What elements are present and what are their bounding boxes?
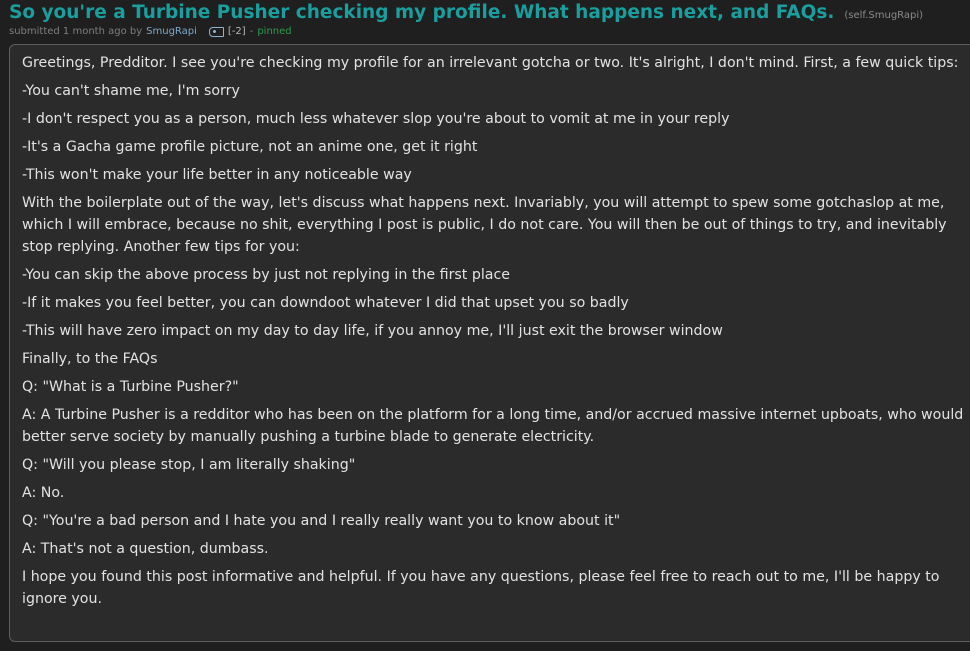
post-paragraph: -If it makes you feel better, you can do…: [22, 294, 629, 311]
author-link[interactable]: SmugRapi: [146, 26, 197, 37]
pinned-label: pinned: [257, 26, 292, 37]
self-post: So you're a Turbine Pusher checking my p…: [0, 0, 970, 651]
post-paragraph: Q: "What is a Turbine Pusher?": [22, 379, 239, 396]
user-flair-icon: [208, 26, 224, 37]
post-paragraph: Q: "Will you please stop, I am literally…: [22, 456, 356, 473]
post-paragraph: With the boilerplate out of the way, let…: [22, 195, 947, 255]
post-paragraph: -This won't make your life better in any…: [22, 167, 412, 184]
post-body: Greetings, Predditor. I see you're check…: [9, 44, 970, 642]
post-domain[interactable]: (self.SmugRapi): [844, 10, 923, 21]
post-paragraph: -I don't respect you as a person, much l…: [22, 111, 730, 128]
post-paragraph: Greetings, Predditor. I see you're check…: [22, 55, 959, 71]
post-paragraph: A: A Turbine Pusher is a redditor who ha…: [22, 407, 964, 445]
post-paragraph: A: That's not a question, dumbass.: [22, 541, 269, 558]
post-paragraph: -This will have zero impact on my day to…: [22, 322, 723, 339]
tagline-separator: -: [249, 26, 254, 37]
post-paragraph: I hope you found this post informative a…: [22, 569, 940, 607]
post-paragraph: A: No.: [22, 485, 65, 501]
title-row: So you're a Turbine Pusher checking my p…: [9, 2, 923, 23]
post-paragraph: -You can't shame me, I'm sorry: [22, 83, 240, 100]
post-paragraph: Finally, to the FAQs: [22, 351, 158, 368]
post-paragraph: -You can skip the above process by just …: [22, 266, 511, 283]
score: [-2]: [227, 26, 246, 37]
post-title-link[interactable]: So you're a Turbine Pusher checking my p…: [9, 2, 834, 23]
post-paragraph: -It's a Gacha game profile picture, not …: [22, 139, 478, 156]
post-paragraph: Q: "You're a bad person and I hate you a…: [22, 513, 621, 530]
submitted-text: submitted 1 month ago by: [9, 26, 143, 37]
tagline: submitted 1 month ago by SmugRapi [-2] -…: [9, 26, 292, 37]
